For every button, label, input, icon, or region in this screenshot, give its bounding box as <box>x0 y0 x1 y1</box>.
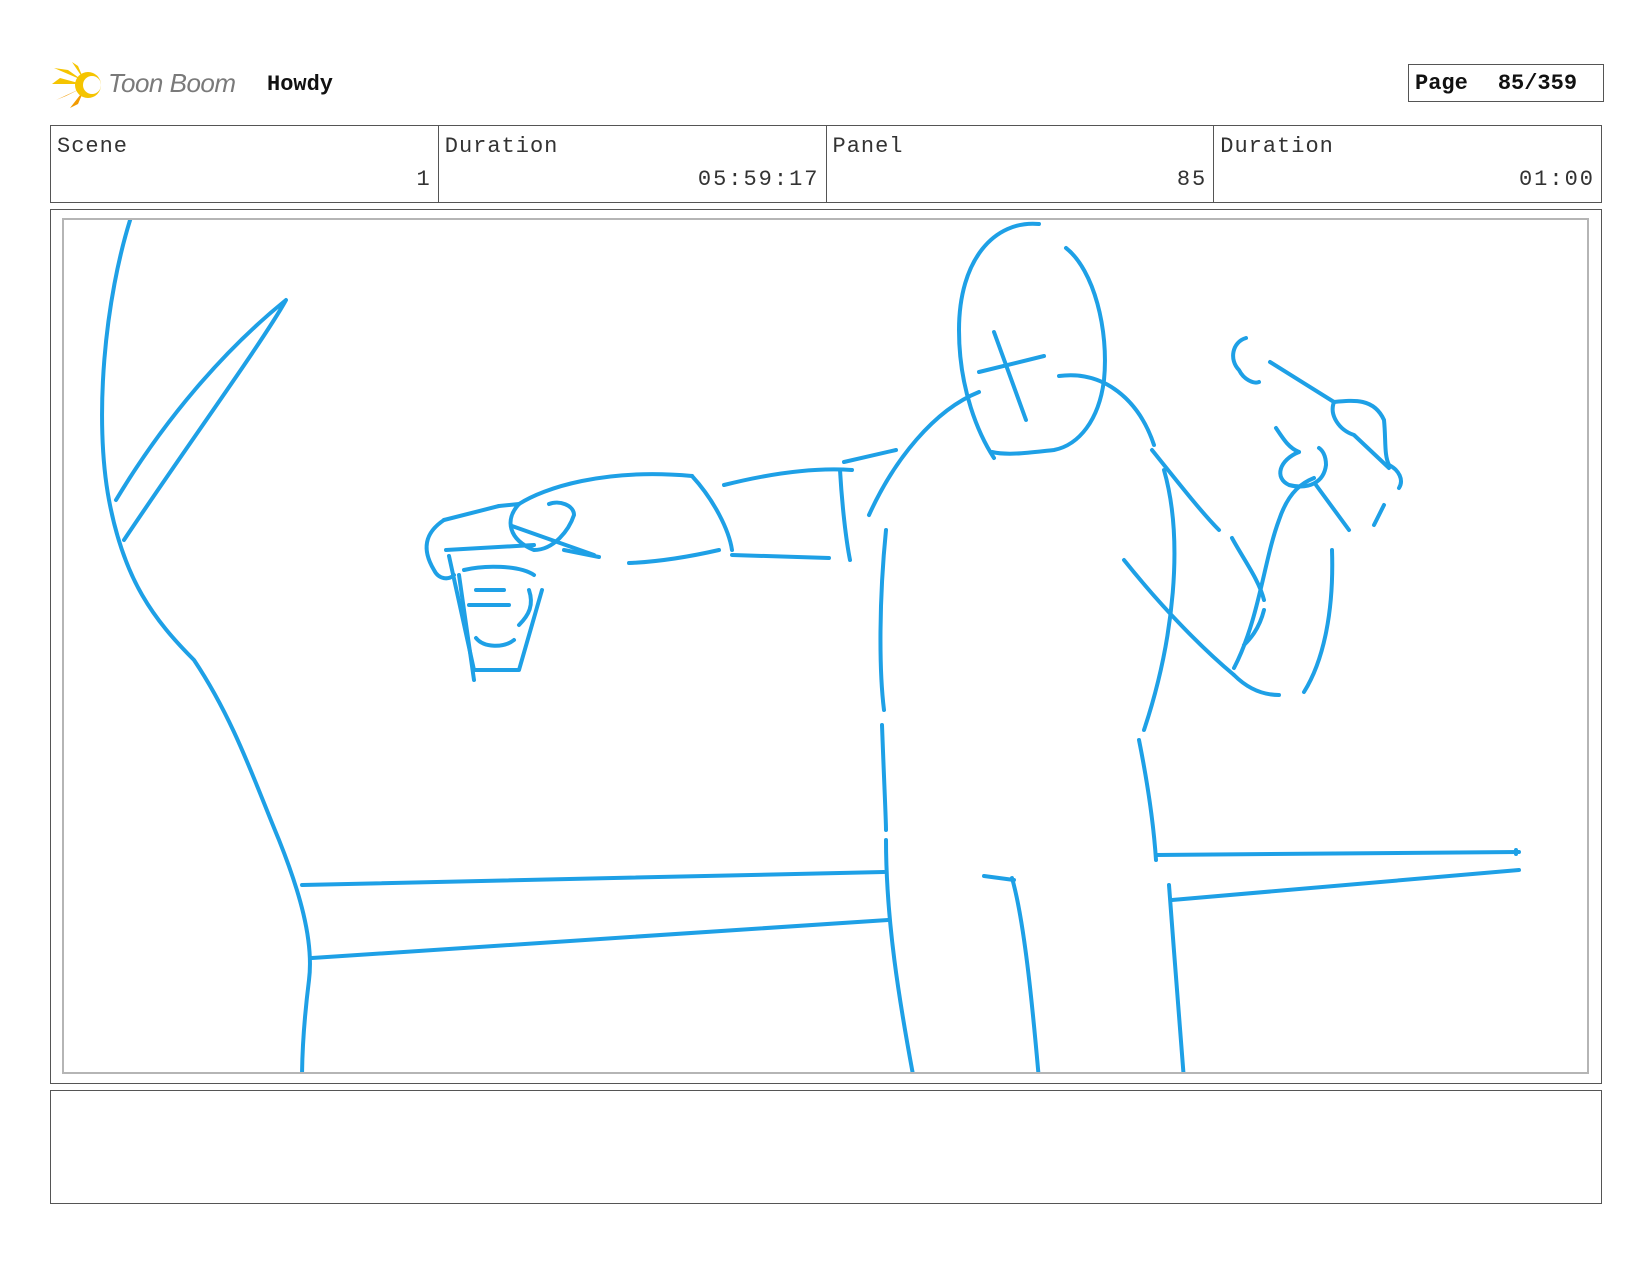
storyboard-panel-image <box>62 218 1589 1074</box>
scene-duration-label: Duration <box>444 134 559 159</box>
page-indicator: Page 85/359 <box>1408 64 1604 102</box>
panel-info-table: Scene 1 Duration 05:59:17 Panel 85 Durat… <box>50 125 1602 203</box>
panel-notes-box <box>50 1090 1602 1204</box>
logo-text: Toon Boom <box>108 68 236 98</box>
page-label: Page <box>1415 70 1468 96</box>
panel-value: 85 <box>1176 167 1208 192</box>
panel-duration-cell: Duration 01:00 <box>1214 126 1601 202</box>
scene-duration-value: 05:59:17 <box>697 167 820 192</box>
panel-label: Panel <box>832 134 904 159</box>
storyboard-panel-frame <box>50 209 1602 1084</box>
project-title: Howdy <box>267 72 334 97</box>
panel-sketch-drawing <box>100 220 1521 1072</box>
sketch-strokes <box>100 220 1521 1072</box>
panel-cell: Panel 85 <box>827 126 1215 202</box>
scene-cell: Scene 1 <box>51 126 439 202</box>
toon-boom-logo-icon <box>52 62 101 108</box>
scene-duration-cell: Duration 05:59:17 <box>439 126 827 202</box>
scene-value: 1 <box>416 167 432 192</box>
scene-label: Scene <box>57 134 129 159</box>
page-number: 85/359 <box>1497 70 1578 96</box>
page-header: Toon Boom Howdy Page 85/359 <box>52 56 1612 116</box>
panel-duration-value: 01:00 <box>1518 167 1595 192</box>
panel-duration-label: Duration <box>1220 134 1334 159</box>
